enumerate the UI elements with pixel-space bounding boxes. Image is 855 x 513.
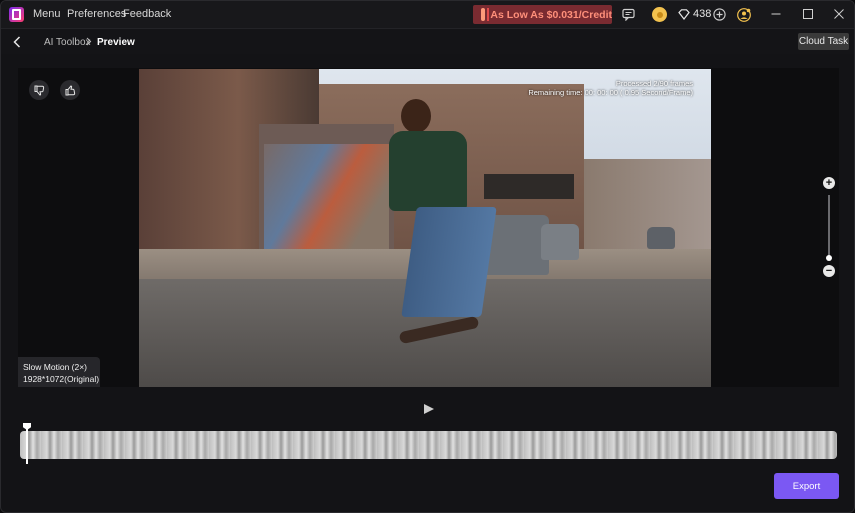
title-bar: Menu Preferences Feedback As Low As $0.0… [1,1,854,28]
maximize-icon[interactable] [797,4,819,24]
preferences-button[interactable]: Preferences [67,8,126,20]
cloud-task-button[interactable]: Cloud Task [798,33,849,50]
credit-count: 438 [693,8,712,20]
preview-stage: Processed 2/90 frames Remaining time: 00… [18,68,839,387]
thumbs-up-icon[interactable] [60,80,80,100]
playhead-line[interactable] [26,425,28,464]
effect-label: Slow Motion (2×) [23,362,88,372]
menu-button[interactable]: Menu [33,8,61,20]
zoom-control: + − [823,177,835,277]
promo-banner[interactable]: As Low As $0.031/Credit [473,5,612,24]
video-info-badge: Slow Motion (2×) 1928*1072(Original) [18,357,100,387]
processing-status-overlay: Processed 2/90 frames Remaining time: 00… [528,79,693,97]
feedback-button[interactable]: Feedback [123,8,171,20]
app-window: Menu Preferences Feedback As Low As $0.0… [0,0,855,513]
breadcrumb-ai-toolbox[interactable]: AI Toolbox [44,37,91,48]
breadcrumb-chevron-icon [86,37,92,49]
processed-frames-text: Processed 2/90 frames [615,79,693,88]
breadcrumb-preview: Preview [97,37,135,48]
gift-icon [481,8,490,21]
close-icon[interactable] [828,4,850,24]
play-icon[interactable] [422,403,434,415]
zoom-slider-track[interactable] [828,195,830,257]
resolution-label: 1928*1072(Original) [23,374,100,384]
zoom-slider-handle[interactable] [826,255,832,261]
thumbs-down-icon[interactable] [29,80,49,100]
minimize-icon[interactable] [765,4,787,24]
video-preview-frame: Processed 2/90 frames Remaining time: 00… [139,69,711,387]
remaining-time-text: Remaining time: 00: 00: 00 ( 0.95 Second… [528,88,693,97]
zoom-in-plus-icon[interactable]: + [823,177,835,189]
skateboarder-figure [389,99,497,339]
message-icon[interactable] [621,7,636,22]
timeline-filmstrip[interactable] [20,431,837,459]
breadcrumb-bar: AI Toolbox Preview Cloud Task [1,28,854,54]
promo-text: As Low As $0.031/Credit [490,8,612,21]
app-logo-icon [9,7,24,22]
coin-icon[interactable] [652,7,667,22]
export-button[interactable]: Export [774,473,839,499]
zoom-out-minus-icon[interactable]: − [823,265,835,277]
avatar-icon[interactable] [736,7,751,22]
add-credits-plus-icon[interactable] [712,7,727,22]
back-arrow-icon[interactable] [10,34,24,50]
diamond-icon [676,7,691,22]
